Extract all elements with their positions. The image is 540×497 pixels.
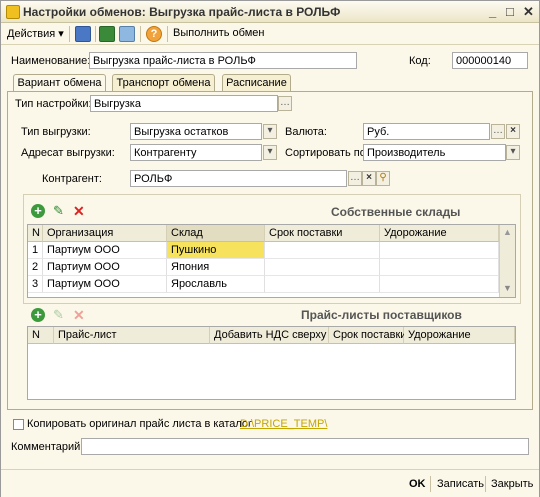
- warehouses-table: N Организация Склад Срок поставки Удорож…: [27, 224, 516, 298]
- setting-type-field[interactable]: Выгрузка: [90, 95, 278, 112]
- delete-pricelist-icon[interactable]: ✕: [73, 308, 87, 322]
- edit-pricelist-icon[interactable]: ✎: [53, 308, 67, 322]
- maximize-button[interactable]: □: [506, 4, 514, 19]
- copy-path-link[interactable]: D:\PRICE_TEMP\: [240, 418, 327, 430]
- save-close-icon[interactable]: [75, 26, 91, 42]
- export-type-field[interactable]: Выгрузка остатков: [130, 123, 262, 140]
- toolbar-separator: [69, 26, 70, 42]
- name-label: Наименование:: [11, 55, 91, 67]
- row-number: 3: [28, 276, 43, 293]
- help-icon[interactable]: ?: [146, 26, 162, 42]
- row-organization[interactable]: Партиум ООО: [43, 242, 167, 259]
- currency-field[interactable]: Руб.: [363, 123, 490, 140]
- copy-icon[interactable]: [119, 26, 135, 42]
- column-header-pricelist[interactable]: Прайс-лист: [54, 327, 210, 344]
- addressee-field[interactable]: Контрагенту: [130, 144, 262, 161]
- code-label: Код:: [409, 55, 431, 67]
- toolbar-separator: [95, 26, 96, 42]
- ok-button[interactable]: OK: [409, 478, 426, 490]
- row-markup[interactable]: [380, 276, 499, 293]
- row-markup[interactable]: [380, 242, 499, 259]
- counterparty-search-icon[interactable]: ⚲: [376, 171, 390, 186]
- currency-select-button[interactable]: …: [491, 124, 505, 139]
- sort-label: Сортировать по:: [285, 147, 369, 159]
- currency-clear-icon[interactable]: ×: [506, 124, 520, 139]
- scroll-up-icon[interactable]: ▲: [503, 227, 512, 237]
- sort-field[interactable]: Производитель: [363, 144, 506, 161]
- close-dialog-button[interactable]: Закрыть: [491, 478, 533, 490]
- counterparty-label: Контрагент:: [42, 173, 102, 185]
- toolbar-separator: [140, 26, 141, 42]
- row-term[interactable]: [265, 259, 380, 276]
- dialog-window: Настройки обменов: Выгрузка прайс-листа …: [0, 0, 540, 497]
- column-header-organization[interactable]: Организация: [43, 225, 167, 242]
- close-button[interactable]: ✕: [523, 4, 534, 20]
- column-header-markup[interactable]: Удорожание: [404, 327, 515, 344]
- vertical-scrollbar[interactable]: ▲ ▼: [499, 225, 515, 297]
- row-term[interactable]: [265, 242, 380, 259]
- sort-dropdown-icon[interactable]: ▾: [506, 145, 520, 160]
- app-icon: [6, 5, 20, 19]
- toolbar: Действия ▾ ? Выполнить обмен: [1, 23, 539, 45]
- delete-row-icon[interactable]: ✕: [73, 204, 87, 218]
- window-title: Настройки обменов: Выгрузка прайс-листа …: [23, 5, 341, 19]
- actions-menu[interactable]: Действия ▾: [7, 27, 64, 40]
- tab-transport[interactable]: Транспорт обмена: [112, 74, 215, 92]
- tab-schedule[interactable]: Расписание: [222, 74, 291, 92]
- toolbar-separator: [167, 26, 168, 42]
- row-term[interactable]: [265, 276, 380, 293]
- save-icon[interactable]: [99, 26, 115, 42]
- title-bar: Настройки обменов: Выгрузка прайс-листа …: [1, 1, 539, 23]
- warehouses-title: Собственные склады: [331, 205, 461, 219]
- save-button[interactable]: Записать: [437, 478, 484, 490]
- row-organization[interactable]: Партиум ООО: [43, 276, 167, 293]
- setting-type-label: Тип настройки:: [15, 98, 92, 110]
- footer: OK Записать Закрыть: [1, 469, 539, 497]
- comment-label: Комментарий:: [11, 441, 84, 453]
- row-number: 1: [28, 242, 43, 259]
- counterparty-select-button[interactable]: …: [348, 171, 362, 186]
- column-header-n[interactable]: N: [28, 327, 54, 344]
- counterparty-clear-icon[interactable]: ×: [362, 171, 376, 186]
- copy-label: Копировать оригинал прайс листа в катало…: [27, 418, 253, 430]
- column-header-markup[interactable]: Удорожание: [380, 225, 499, 242]
- pricelists-title: Прайс-листы поставщиков: [301, 308, 462, 322]
- row-number: 2: [28, 259, 43, 276]
- pricelists-table: N Прайс-лист Добавить НДС сверху Срок по…: [27, 326, 516, 400]
- footer-separator: [430, 476, 431, 492]
- column-header-add-vat[interactable]: Добавить НДС сверху: [210, 327, 329, 344]
- export-type-dropdown-icon[interactable]: ▾: [263, 124, 277, 139]
- addressee-dropdown-icon[interactable]: ▾: [263, 145, 277, 160]
- code-field[interactable]: 000000140: [452, 52, 528, 69]
- scroll-down-icon[interactable]: ▼: [503, 283, 512, 293]
- copy-checkbox[interactable]: [13, 419, 24, 430]
- name-field[interactable]: Выгрузка прайс-листа в РОЛЬФ: [89, 52, 357, 69]
- row-warehouse[interactable]: Япония: [167, 259, 265, 276]
- footer-separator: [485, 476, 486, 492]
- comment-field[interactable]: [81, 438, 529, 455]
- setting-type-select-button[interactable]: …: [278, 96, 292, 111]
- column-header-warehouse[interactable]: Склад: [167, 225, 265, 242]
- counterparty-field[interactable]: РОЛЬФ: [130, 170, 347, 187]
- row-organization[interactable]: Партиум ООО: [43, 259, 167, 276]
- addressee-label: Адресат выгрузки:: [21, 147, 115, 159]
- column-header-term[interactable]: Срок поставки: [265, 225, 380, 242]
- add-pricelist-icon[interactable]: +: [31, 308, 45, 322]
- add-row-icon[interactable]: +: [31, 204, 45, 218]
- execute-exchange-button[interactable]: Выполнить обмен: [173, 27, 264, 39]
- edit-row-icon[interactable]: ✎: [53, 204, 67, 218]
- minimize-button[interactable]: _: [489, 4, 496, 19]
- row-warehouse[interactable]: Пушкино: [167, 242, 265, 259]
- column-header-n[interactable]: N: [28, 225, 43, 242]
- row-warehouse[interactable]: Ярославль: [167, 276, 265, 293]
- row-markup[interactable]: [380, 259, 499, 276]
- export-type-label: Тип выгрузки:: [21, 126, 91, 138]
- column-header-term[interactable]: Срок поставки: [329, 327, 406, 344]
- currency-label: Валюта:: [285, 126, 327, 138]
